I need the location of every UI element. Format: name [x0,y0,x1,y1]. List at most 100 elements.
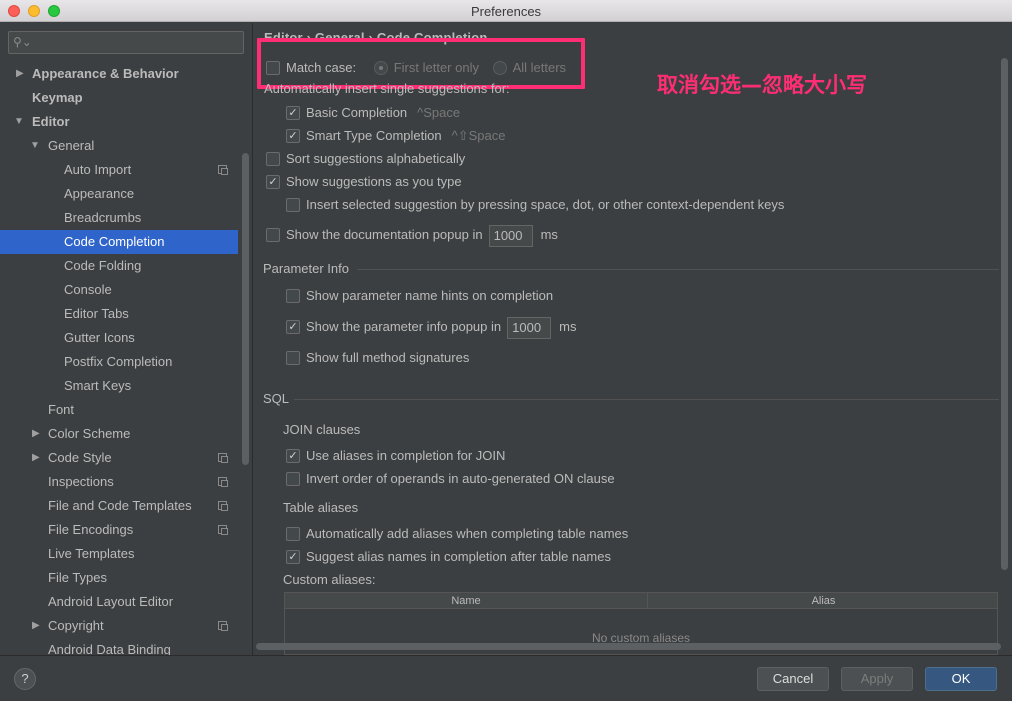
sidebar-item-code-folding[interactable]: Code Folding [0,254,238,278]
info-popup-ms-field[interactable]: 1000 [507,316,552,339]
sidebar-item-label: Auto Import [64,162,132,177]
suggest-alias-checkbox[interactable]: ✓ [286,549,300,564]
insert-selected-option[interactable]: Insert selected suggestion by pressing s… [286,195,784,215]
suggest-alias-option[interactable]: ✓ Suggest alias names in completion after… [286,547,611,567]
invert-order-label: Invert order of operands in auto-generat… [306,471,615,486]
help-button[interactable]: ? [14,668,36,690]
apply-button[interactable]: Apply [841,667,913,691]
sidebar-item-android-layout-editor[interactable]: Android Layout Editor [0,590,238,614]
sidebar-item-android-data-binding[interactable]: Android Data Binding [0,638,238,655]
sidebar-item-file-types[interactable]: File Types [0,566,238,590]
window-titlebar: Preferences [0,0,1012,22]
sidebar-item-label: Android Layout Editor [48,594,174,609]
expand-arrow-icon[interactable]: ▶ [32,614,40,638]
sort-alpha-option[interactable]: Sort suggestions alphabetically [266,149,465,169]
suggest-alias-label: Suggest alias names in completion after … [306,549,611,564]
project-settings-icon [218,501,228,511]
smart-type-shortcut: ^⇧Space [451,128,506,143]
join-clauses-title: JOIN clauses [283,422,361,437]
sidebar-item-label: Appearance [64,186,135,201]
sidebar-item-label: Code Folding [64,258,142,273]
sidebar-item-general[interactable]: ▼ General [0,134,238,158]
sidebar-item-label: Postfix Completion [64,354,173,369]
show-as-type-checkbox[interactable]: ✓ [266,174,280,189]
sidebar-item-breadcrumbs[interactable]: Breadcrumbs [0,206,238,230]
project-settings-icon [218,453,228,463]
ok-button[interactable]: OK [925,667,997,691]
expand-arrow-icon[interactable]: ▶ [32,446,40,470]
sidebar-item-color-scheme[interactable]: ▶ Color Scheme [0,422,238,446]
parameter-info-title: Parameter Info [263,261,349,276]
project-settings-icon [218,165,228,175]
full-signatures-option[interactable]: Show full method signatures [286,348,469,368]
sort-alpha-checkbox[interactable] [266,151,280,166]
name-hints-checkbox[interactable] [286,288,300,303]
search-icon: ⚲⌄ [13,35,32,49]
basic-completion-option[interactable]: ✓ Basic Completion ^Space [286,103,460,123]
sidebar-item-code-completion[interactable]: Code Completion [0,230,238,254]
sidebar-item-label: File Types [48,570,108,585]
expand-arrow-icon[interactable]: ▶ [32,422,40,446]
column-header-alias[interactable]: Alias [648,593,999,609]
info-popup-checkbox[interactable]: ✓ [286,319,300,334]
sidebar-item-label: Code Completion [64,234,165,249]
use-aliases-option[interactable]: ✓ Use aliases in completion for JOIN [286,446,505,466]
sidebar-item-postfix-completion[interactable]: Postfix Completion [0,350,238,374]
auto-insert-label: Automatically insert single suggestions … [264,82,510,96]
collapse-arrow-icon[interactable]: ▼ [30,134,40,158]
sidebar-item-label: Editor [32,114,70,129]
sidebar-item-appearance[interactable]: Appearance [0,182,238,206]
sidebar-item-label: General [48,138,95,153]
expand-arrow-icon[interactable]: ▶ [16,62,24,86]
cancel-button[interactable]: Cancel [757,667,829,691]
sidebar-item-inspections[interactable]: Inspections [0,470,238,494]
basic-completion-checkbox[interactable]: ✓ [286,105,300,120]
sidebar-item-keymap[interactable]: Keymap [0,86,238,110]
table-aliases-title: Table aliases [283,500,359,515]
sidebar-item-font[interactable]: Font [0,398,238,422]
doc-popup-checkbox[interactable] [266,227,280,242]
sidebar-item-file-encodings[interactable]: File Encodings [0,518,238,542]
show-as-type-option[interactable]: ✓ Show suggestions as you type [266,172,462,192]
sidebar-item-label: Copyright [48,618,104,633]
project-settings-icon [218,621,228,631]
sidebar-item-smart-keys[interactable]: Smart Keys [0,374,238,398]
sidebar-item-copyright[interactable]: ▶ Copyright [0,614,238,638]
sidebar-item-gutter-icons[interactable]: Gutter Icons [0,326,238,350]
sidebar-item-label: Console [64,282,112,297]
doc-popup-label: Show the documentation popup in [286,227,483,242]
sidebar-item-editor[interactable]: ▼ Editor [0,110,238,134]
window-title: Preferences [470,4,542,19]
auto-add-aliases-label: Automatically add aliases when completin… [306,526,629,541]
sidebar-item-label: Editor Tabs [64,306,129,321]
table-header: Name Alias [285,593,997,609]
search-input[interactable]: ⚲⌄ [8,31,244,54]
auto-add-aliases-option[interactable]: Automatically add aliases when completin… [286,524,628,544]
full-signatures-checkbox[interactable] [286,350,300,365]
sidebar-item-auto-import[interactable]: Auto Import [0,158,238,182]
doc-popup-option[interactable]: Show the documentation popup in 1000 ms [266,223,558,247]
doc-popup-ms-field[interactable]: 1000 [488,224,533,247]
content-vertical-scrollbar[interactable] [1001,58,1008,570]
content-horizontal-scrollbar[interactable] [256,643,1001,650]
basic-completion-shortcut: ^Space [417,105,461,120]
sidebar-scrollbar[interactable] [242,153,249,465]
sidebar-item-file-code-templates[interactable]: File and Code Templates [0,494,238,518]
column-header-name[interactable]: Name [285,593,648,609]
auto-add-aliases-checkbox[interactable] [286,526,300,541]
sidebar-item-code-style[interactable]: ▶ Code Style [0,446,238,470]
sidebar-item-editor-tabs[interactable]: Editor Tabs [0,302,238,326]
insert-selected-checkbox[interactable] [286,197,300,212]
name-hints-option[interactable]: Show parameter name hints on completion [286,286,553,306]
collapse-arrow-icon[interactable]: ▼ [14,110,24,134]
smart-type-checkbox[interactable]: ✓ [286,128,300,143]
sidebar-item-label: Font [48,402,75,417]
info-popup-option[interactable]: ✓ Show the parameter info popup in 1000 ms [286,315,576,339]
invert-order-checkbox[interactable] [286,471,300,486]
invert-order-option[interactable]: Invert order of operands in auto-generat… [286,469,615,489]
sidebar-item-console[interactable]: Console [0,278,238,302]
sidebar-item-appearance-behavior[interactable]: ▶ Appearance & Behavior [0,62,238,86]
smart-type-option[interactable]: ✓ Smart Type Completion ^⇧Space [286,126,505,146]
use-aliases-checkbox[interactable]: ✓ [286,448,300,463]
sidebar-item-live-templates[interactable]: Live Templates [0,542,238,566]
